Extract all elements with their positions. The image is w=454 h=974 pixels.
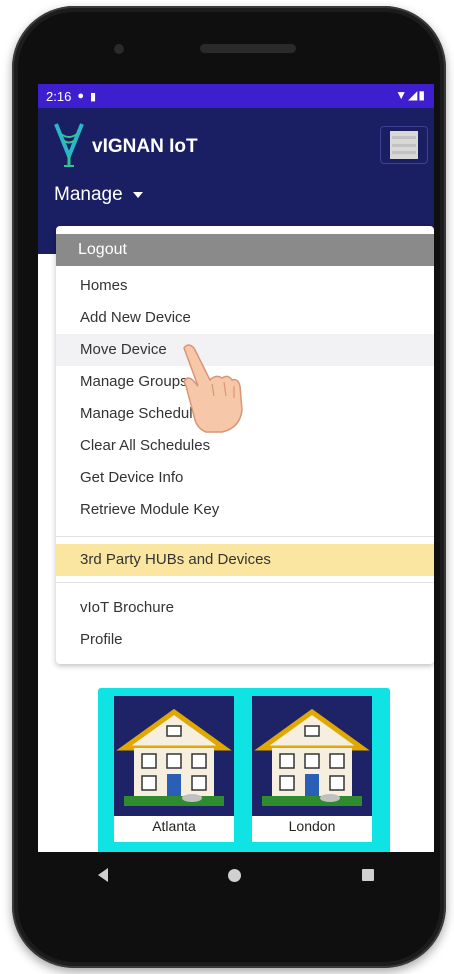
- hamburger-menu-button[interactable]: [380, 126, 428, 164]
- status-icons-right: ▼◢▮: [395, 88, 426, 102]
- recents-icon[interactable]: [361, 869, 374, 881]
- vignan-logo-icon: [54, 123, 84, 167]
- android-nav-bar: [38, 852, 434, 898]
- menu-item-homes[interactable]: Homes: [56, 270, 434, 302]
- menu-item-manage-schedules[interactable]: Manage Schedules: [56, 398, 434, 430]
- manage-dropdown-menu: Logout Homes Add New Device Move Device …: [56, 226, 434, 664]
- menu-item-add-new-device[interactable]: Add New Device: [56, 302, 434, 334]
- status-bar: 2:16 ● ▮ ▼◢▮: [38, 84, 434, 108]
- front-camera: [114, 44, 124, 54]
- earpiece-speaker: [200, 44, 296, 53]
- menu-item-viot-brochure[interactable]: vIoT Brochure: [56, 592, 434, 624]
- hamburger-icon: [390, 131, 418, 159]
- menu-item-clear-all-schedules[interactable]: Clear All Schedules: [56, 430, 434, 462]
- home-tile-atlanta[interactable]: Atlanta: [114, 696, 234, 842]
- manage-dropdown-toggle[interactable]: Manage: [54, 184, 143, 206]
- status-time: 2:16: [46, 88, 72, 104]
- menu-divider: [56, 536, 434, 537]
- sync-icon: ●: [77, 90, 84, 102]
- homes-grid: Atlanta London: [98, 688, 390, 852]
- menu-item-retrieve-module-key[interactable]: Retrieve Module Key: [56, 494, 434, 526]
- house-icon: [114, 696, 234, 816]
- home-tile-london[interactable]: London: [252, 696, 372, 842]
- battery-icon: ▮: [418, 88, 426, 102]
- manage-label: Manage: [54, 184, 123, 205]
- menu-item-manage-groups[interactable]: Manage Groups: [56, 366, 434, 398]
- home-icon[interactable]: [228, 868, 242, 882]
- menu-item-profile[interactable]: Profile: [56, 624, 434, 656]
- sd-card-icon: ▮: [89, 90, 97, 103]
- menu-item-move-device[interactable]: Move Device: [56, 334, 434, 366]
- wifi-icon: ▼: [395, 88, 409, 102]
- house-icon: [252, 696, 372, 816]
- screen: 2:16 ● ▮ ▼◢▮ vIGNAN IoT Manage Logout Ho…: [38, 84, 434, 852]
- home-name: London: [288, 818, 336, 834]
- home-name: Atlanta: [152, 818, 196, 834]
- logout-item[interactable]: Logout: [56, 234, 434, 266]
- menu-item-get-device-info[interactable]: Get Device Info: [56, 462, 434, 494]
- signal-icon: ◢: [408, 88, 419, 102]
- menu-item-3rd-party-hubs[interactable]: 3rd Party HUBs and Devices: [56, 544, 434, 576]
- caret-down-icon: [132, 191, 143, 198]
- homes-area: Atlanta London: [38, 674, 434, 852]
- back-icon[interactable]: [98, 868, 109, 882]
- menu-divider: [56, 582, 434, 583]
- brand-title: vIGNAN IoT: [92, 136, 198, 157]
